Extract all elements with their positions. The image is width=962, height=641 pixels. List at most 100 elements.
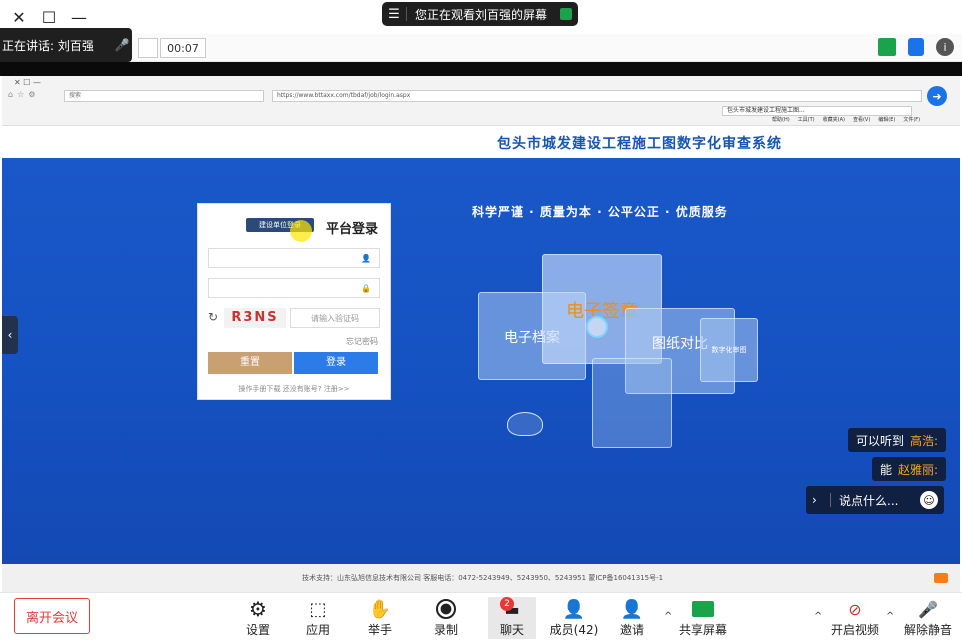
screen-share-banner[interactable]: ☰ 您正在观看刘百强的屏幕 xyxy=(382,2,578,26)
apps-label: 应用 xyxy=(305,623,330,637)
settings-button[interactable]: ⚙ 设置 xyxy=(234,597,282,639)
chat-input[interactable]: 说点什么... xyxy=(839,492,920,509)
password-input[interactable]: 🔒 xyxy=(208,278,380,298)
mic-off-icon: 🎤 xyxy=(918,599,938,619)
meeting-timer: 00:07 xyxy=(160,38,206,58)
hand-icon: ✋ xyxy=(368,598,392,620)
speaking-indicator: 正在讲话: 刘百强 🎤 xyxy=(0,28,132,62)
site-header: 包头市城发建设工程施工图数字化审查系统 xyxy=(2,126,960,158)
speaking-label: 正在讲话: 刘百强 xyxy=(2,38,94,53)
chevron-up-icon[interactable]: ^ xyxy=(886,611,894,622)
meeting-toolbar: i xyxy=(0,34,962,62)
ime-icon xyxy=(934,573,948,583)
record-button[interactable]: 录制 xyxy=(422,597,470,639)
browser-window-controls[interactable]: ✕ ☐ — xyxy=(14,78,41,87)
browser-menu: 帮助(H) 工具(T) 收藏夹(A) 查看(V) 编辑(E) 文件(F) xyxy=(772,116,920,123)
lock-icon: 🔒 xyxy=(361,283,371,293)
record-icon xyxy=(436,597,456,621)
card-back xyxy=(592,358,672,448)
chevron-up-icon[interactable]: ^ xyxy=(814,611,822,622)
shield-icon[interactable] xyxy=(908,38,924,56)
share-screen-icon xyxy=(692,597,714,621)
leave-meeting-button[interactable]: 离开会议 xyxy=(14,598,90,634)
banner-text: 您正在观看刘百强的屏幕 xyxy=(415,7,548,22)
menu-favorites[interactable]: 收藏夹(A) xyxy=(823,116,845,123)
chat-message: 可以听到 高浩: xyxy=(848,428,947,452)
site-footer: 技术支持：山东弘旭信息技术有限公司 客服电话：0472-5243949、5243… xyxy=(2,564,960,592)
raise-hand-label: 举手 xyxy=(367,623,392,637)
login-button[interactable]: 登录 xyxy=(294,352,378,374)
video-off-icon: ⊘ xyxy=(848,599,862,619)
view-toggle[interactable] xyxy=(138,38,158,58)
menu-edit[interactable]: 编辑(E) xyxy=(878,116,895,123)
menu-icon[interactable]: ☰ xyxy=(382,7,406,22)
chat-label: 聊天 xyxy=(499,623,524,637)
share-border xyxy=(0,62,962,76)
chat-button[interactable]: ▬ 聊天 2 xyxy=(488,597,536,639)
chat-badge: 2 xyxy=(500,597,514,611)
chevron-up-icon[interactable]: ^ xyxy=(664,611,672,622)
mouse-icon xyxy=(507,412,543,436)
menu-view[interactable]: 查看(V) xyxy=(853,116,870,123)
members-label: 成员(42) xyxy=(549,623,599,637)
chat-input-bar[interactable]: › 说点什么... ☺ xyxy=(806,486,944,514)
shared-screen: ✕ ☐ — ⌂ ☆ ⚙ https://www.bttaxx.com/tbdaf… xyxy=(2,76,960,592)
card-digital: 数字化审图 xyxy=(700,318,758,382)
chevron-right-icon[interactable]: › xyxy=(812,493,830,507)
username-input[interactable]: 👤 xyxy=(208,248,380,268)
apps-button[interactable]: ⬚ 应用 xyxy=(294,597,342,639)
address-bar[interactable]: https://www.bttaxx.com/tbdaf/job/login.a… xyxy=(272,90,922,102)
card-digital-label: 数字化审图 xyxy=(711,346,747,354)
gear-icon: ⚙ xyxy=(249,597,267,621)
meeting-controls: 离开会议 ⚙ 设置 ⬚ 应用 ✋ 举手 录制 ▬ 聊天 2 👤 成员(42) 👤… xyxy=(0,592,962,641)
invite-label: 邀请 xyxy=(619,623,644,637)
mute-label: 解除静音 xyxy=(903,623,952,637)
video-label: 开启视频 xyxy=(830,623,879,637)
members-icon: 👤 xyxy=(562,598,586,620)
home-icon[interactable]: ⌂ xyxy=(8,90,13,99)
menu-tools[interactable]: 工具(T) xyxy=(798,116,815,123)
captcha-image[interactable]: R3NS xyxy=(224,308,286,328)
apps-icon: ⬚ xyxy=(309,598,327,620)
menu-help[interactable]: 帮助(H) xyxy=(772,116,790,123)
share-screen-button[interactable]: 共享屏幕 xyxy=(674,597,732,639)
mute-button[interactable]: 🎤 解除静音 xyxy=(900,597,956,639)
settings-label: 设置 xyxy=(245,623,270,637)
star-icon[interactable]: ☆ xyxy=(17,90,24,99)
browser-chrome: ✕ ☐ — ⌂ ☆ ⚙ https://www.bttaxx.com/tbdaf… xyxy=(2,76,960,126)
chat-message-text: 可以听到 xyxy=(856,433,905,448)
site-slogan: 科学严谨 · 质量为本 · 公平公正 · 优质服务 xyxy=(472,205,728,219)
glow-node-icon xyxy=(586,316,608,338)
members-button[interactable]: 👤 成员(42) xyxy=(546,597,602,639)
browser-search-box[interactable]: 搜索 xyxy=(64,90,264,102)
menu-file[interactable]: 文件(F) xyxy=(903,116,920,123)
login-links[interactable]: 操作手册下载 还没有账号? 注册>> xyxy=(208,384,380,394)
back-icon[interactable]: ➜ xyxy=(927,86,947,106)
chat-sender: 赵雅丽: xyxy=(898,462,939,477)
signal-icon[interactable] xyxy=(878,38,896,56)
login-title: 平台登录 xyxy=(325,222,378,237)
collapse-left-icon[interactable]: ‹ xyxy=(2,316,18,354)
video-button[interactable]: ⊘ 开启视频 xyxy=(826,597,884,639)
captcha-input[interactable]: 请输入验证码 xyxy=(290,308,380,328)
raise-hand-button[interactable]: ✋ 举手 xyxy=(356,597,404,639)
record-label: 录制 xyxy=(433,623,458,637)
cursor-highlight xyxy=(290,220,312,242)
forgot-password-link[interactable]: 忘记密码 xyxy=(346,336,378,347)
login-panel: 平台登录 建设单位登录 👤 🔒 请输入验证码 R3NS ↻ 忘记密码 登录 重置… xyxy=(197,203,391,400)
mic-muted-icon: 🎤 xyxy=(114,38,130,52)
footer-text: 技术支持：山东弘旭信息技术有限公司 客服电话：0472-5243949、5243… xyxy=(302,574,664,582)
emoji-icon[interactable]: ☺ xyxy=(920,491,938,509)
share-status-icon xyxy=(560,8,572,20)
reset-button[interactable]: 重置 xyxy=(208,352,292,374)
invite-icon: 👤 xyxy=(620,598,644,620)
browser-tab[interactable]: 包头市城发建设工程施工图... xyxy=(722,106,912,116)
share-screen-label: 共享屏幕 xyxy=(678,623,727,637)
invite-button[interactable]: 👤 邀请 xyxy=(608,597,656,639)
chat-message-text: 能 xyxy=(880,462,893,477)
user-icon: 👤 xyxy=(361,253,371,263)
settings-icon[interactable]: ⚙ xyxy=(28,90,35,99)
chat-message: 能 赵雅丽: xyxy=(872,457,947,481)
refresh-icon[interactable]: ↻ xyxy=(208,310,218,324)
info-icon[interactable]: i xyxy=(936,38,954,56)
